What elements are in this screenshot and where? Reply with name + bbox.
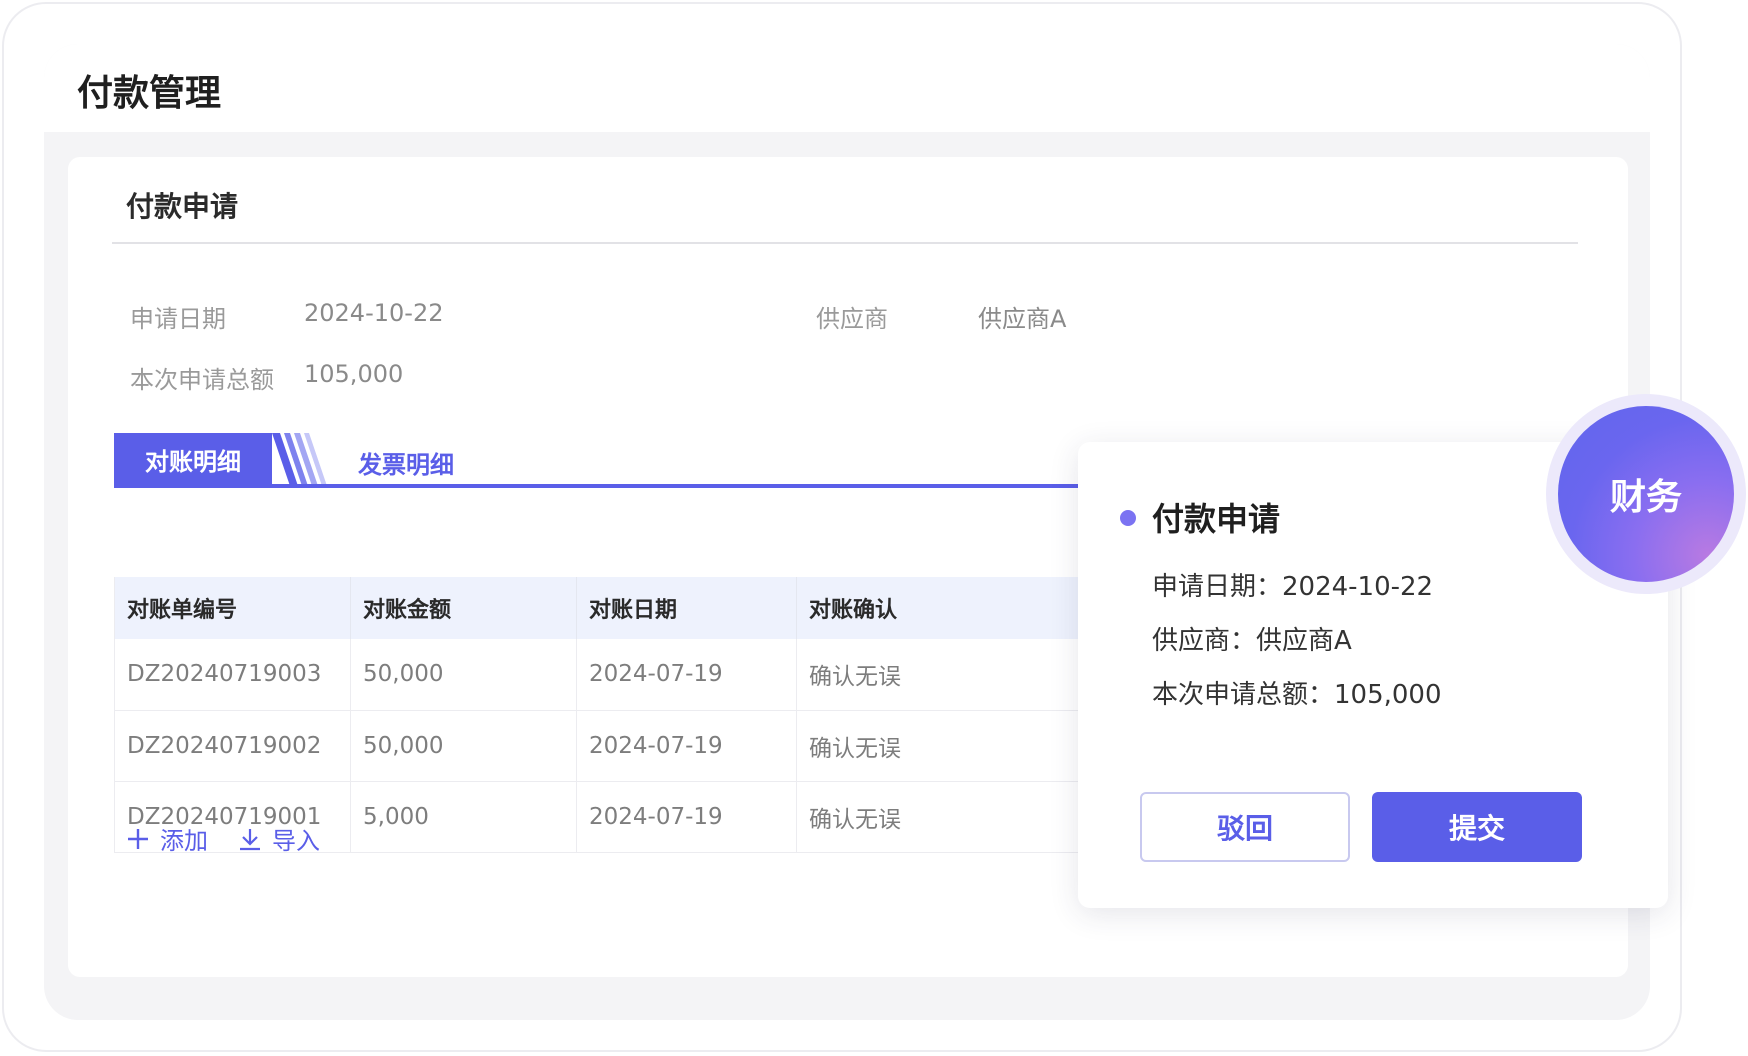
page-header: 付款管理 xyxy=(44,44,1650,132)
detail-tabs: 对账明细 发票明细 xyxy=(114,433,1092,489)
apply-date-label: 申请日期 xyxy=(130,305,226,333)
total-value: 105,000 xyxy=(304,360,404,388)
column-header-amount: 对账金额 xyxy=(350,577,577,639)
add-label: 添加 xyxy=(160,827,208,855)
reject-button[interactable]: 驳回 xyxy=(1140,792,1350,862)
section-title: 付款申请 xyxy=(126,190,239,223)
role-badge-finance: 财务 xyxy=(1558,406,1734,582)
reconciliation-table: 对账单编号 对账金额 对账日期 对账确认 DZ20240719003 50,00… xyxy=(114,577,1093,853)
dot-icon xyxy=(1120,510,1136,526)
import-label: 导入 xyxy=(272,827,320,855)
cell-confirmation: 确认无误 xyxy=(796,710,1093,782)
section-divider xyxy=(112,242,1578,244)
add-button[interactable]: 添加 xyxy=(126,821,208,856)
column-header-confirmation: 对账确认 xyxy=(796,577,1093,639)
cell-statement-no: DZ20240719003 xyxy=(114,639,351,711)
tabs-underline xyxy=(114,484,1092,488)
tab-stripes-decoration xyxy=(272,433,327,486)
tab-invoice-details[interactable]: 发票明细 xyxy=(358,445,454,480)
popup-apply-date: 申请日期：2024-10-22 xyxy=(1152,572,1434,602)
submit-button[interactable]: 提交 xyxy=(1372,792,1582,862)
popup-title: 付款申请 xyxy=(1152,500,1281,538)
cell-amount: 50,000 xyxy=(350,639,577,711)
table-header-row: 对账单编号 对账金额 对账日期 对账确认 xyxy=(114,577,1093,639)
column-header-date: 对账日期 xyxy=(576,577,797,639)
column-header-statement-no: 对账单编号 xyxy=(114,577,351,639)
plus-icon xyxy=(128,828,148,849)
table-row[interactable]: DZ20240719003 50,000 2024-07-19 确认无误 xyxy=(114,639,1093,711)
cell-statement-no: DZ20240719002 xyxy=(114,710,351,782)
tab-reconciliation-details[interactable]: 对账明细 xyxy=(114,433,272,486)
import-button[interactable]: 导入 xyxy=(238,821,320,856)
popup-total: 本次申请总额：105,000 xyxy=(1152,680,1442,710)
popup-supplier: 供应商：供应商A xyxy=(1152,626,1352,656)
cell-date: 2024-07-19 xyxy=(576,639,797,711)
cell-date: 2024-07-19 xyxy=(576,710,797,782)
cell-amount: 5,000 xyxy=(350,781,577,853)
table-row[interactable]: DZ20240719002 50,000 2024-07-19 确认无误 xyxy=(114,710,1093,782)
download-icon xyxy=(240,828,260,850)
page-title: 付款管理 xyxy=(77,73,222,114)
table-actions: 添加 导入 xyxy=(126,821,320,856)
total-label: 本次申请总额 xyxy=(130,366,274,394)
apply-date-value: 2024-10-22 xyxy=(304,299,444,327)
cell-confirmation: 确认无误 xyxy=(796,639,1093,711)
cell-date: 2024-07-19 xyxy=(576,781,797,853)
supplier-label: 供应商 xyxy=(816,305,888,333)
cell-amount: 50,000 xyxy=(350,710,577,782)
supplier-value: 供应商A xyxy=(978,305,1067,333)
cell-confirmation: 确认无误 xyxy=(796,781,1093,853)
